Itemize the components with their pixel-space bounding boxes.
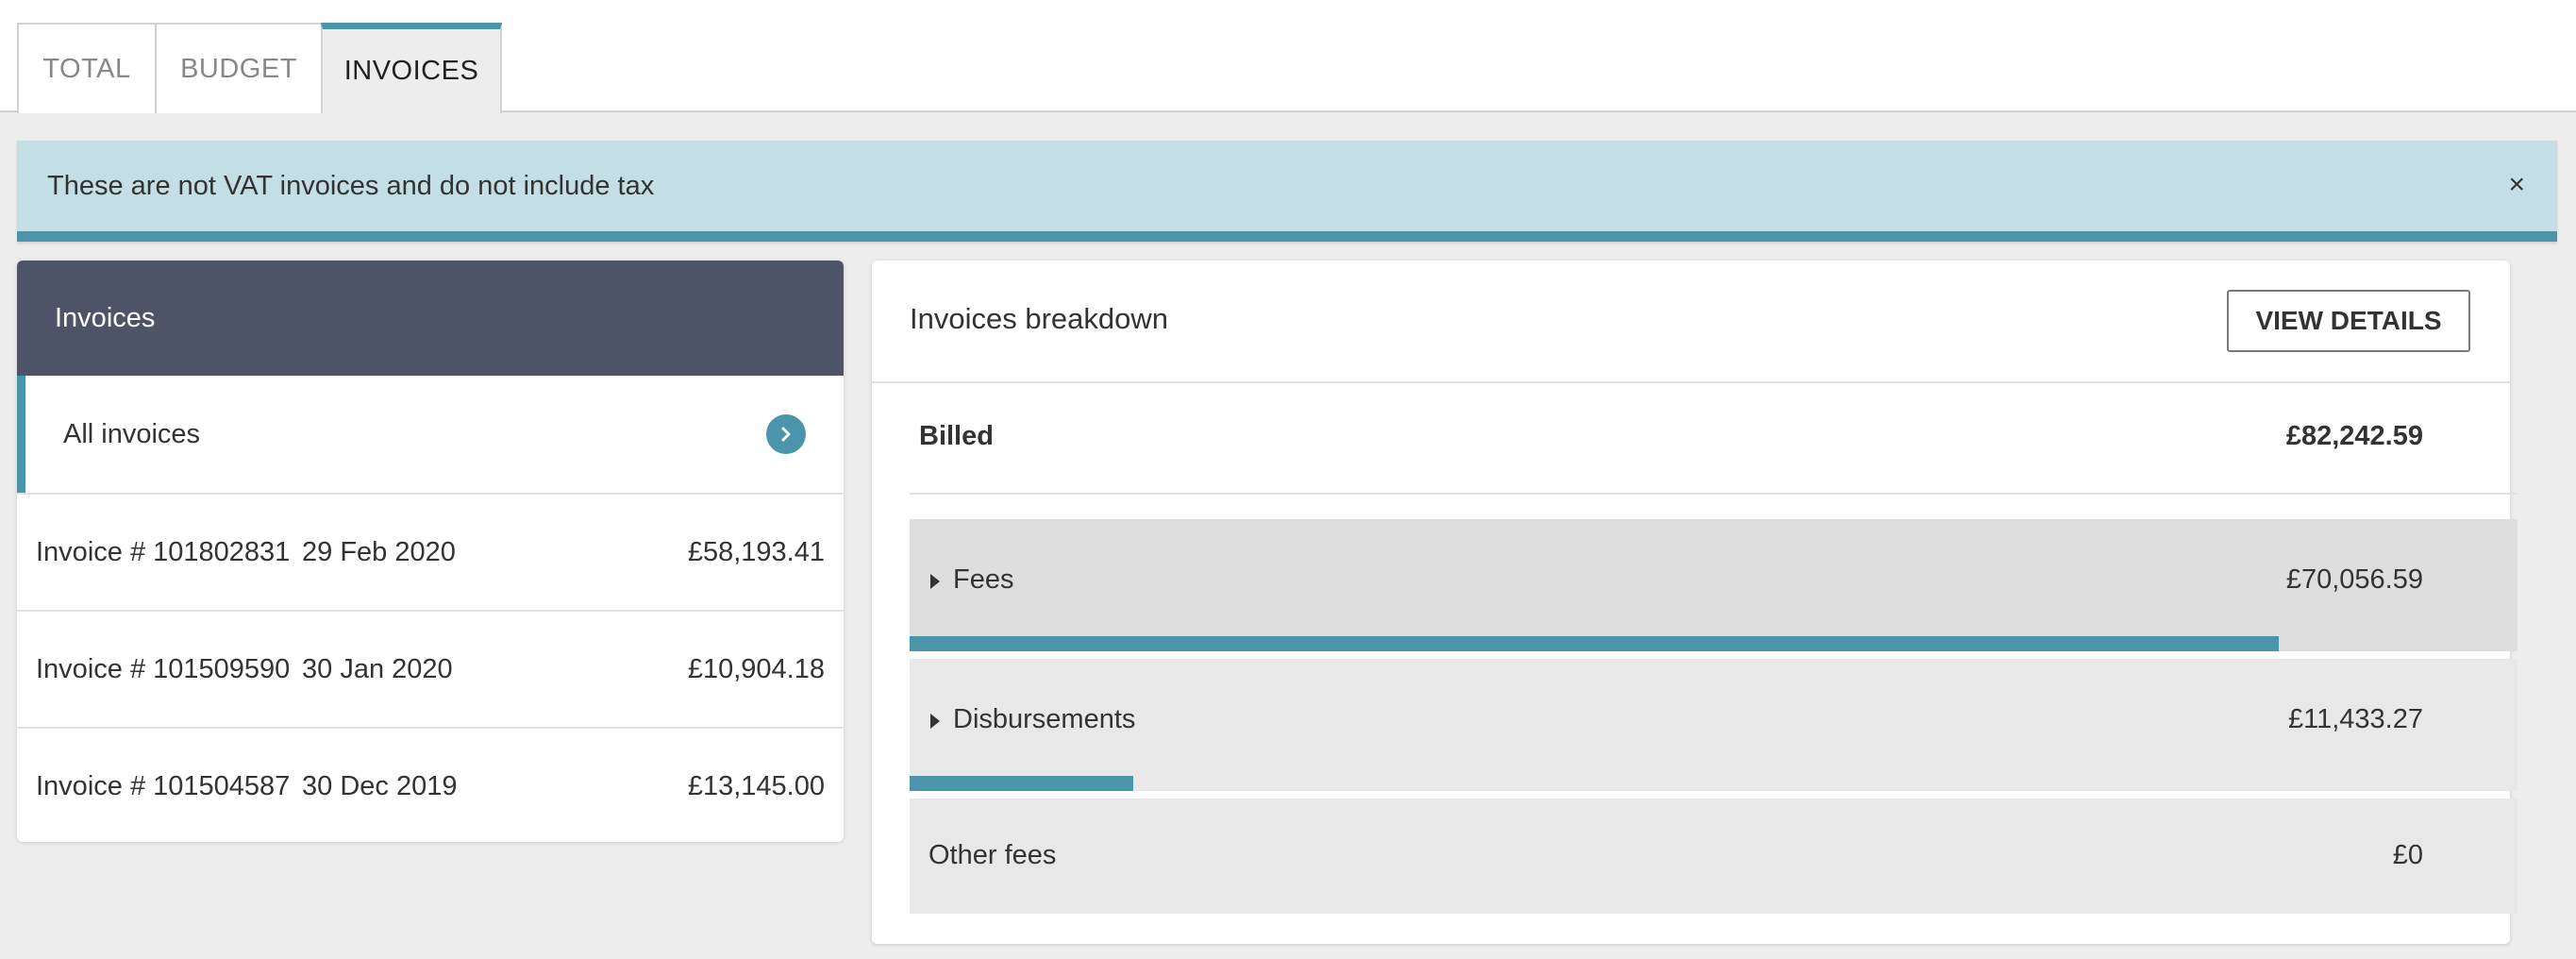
breakdown-header: Invoices breakdown VIEW DETAILS: [872, 261, 2510, 383]
tab-bar: TOTAL BUDGET INVOICES: [0, 0, 2576, 113]
tab-budget[interactable]: BUDGET: [155, 23, 323, 113]
tab-total[interactable]: TOTAL: [17, 23, 157, 113]
view-details-button[interactable]: VIEW DETAILS: [2227, 290, 2470, 352]
breakdown-title: Invoices breakdown: [910, 302, 1168, 335]
info-alert: These are not VAT invoices and do not in…: [17, 141, 2557, 242]
fees-amount: £70,056.59: [2285, 564, 2423, 595]
fees-progress-fill: [910, 636, 2280, 651]
fees-row[interactable]: Fees £70,056.59: [910, 519, 2517, 651]
tab-invoices[interactable]: INVOICES: [321, 23, 502, 113]
disbursements-row[interactable]: Disbursements £11,433.27: [910, 659, 2517, 791]
invoice-number: Invoice # 101802831: [36, 536, 291, 567]
fees-progress-bar: [910, 636, 2517, 651]
chevron-right-icon[interactable]: [766, 414, 806, 454]
other-fees-label: Other fees: [928, 840, 1057, 870]
disbursements-progress-fill: [910, 776, 1133, 791]
invoice-date: 30 Jan 2020: [302, 653, 453, 684]
all-invoices-item[interactable]: All invoices: [17, 376, 844, 493]
invoice-number: Invoice # 101504587: [36, 770, 291, 801]
invoice-amount: £58,193.41: [687, 536, 825, 567]
invoice-number: Invoice # 101509590: [36, 653, 291, 684]
invoice-list-item[interactable]: Invoice # 101509590 30 Jan 2020 £10,904.…: [17, 610, 844, 727]
close-icon[interactable]: ×: [2508, 169, 2525, 201]
invoices-panel-title: Invoices: [17, 261, 844, 376]
billed-amount: £82,242.59: [2285, 421, 2423, 451]
all-invoices-label: All invoices: [63, 418, 201, 449]
invoice-amount: £10,904.18: [687, 653, 825, 684]
expand-caret-icon[interactable]: [930, 714, 940, 729]
other-fees-row: Other fees £0: [910, 799, 2517, 914]
disbursements-label: Disbursements: [953, 704, 1136, 734]
expand-caret-icon[interactable]: [930, 574, 940, 589]
fees-label: Fees: [953, 564, 1014, 595]
billed-row: Billed £82,242.59: [910, 383, 2517, 495]
invoice-date: 30 Dec 2019: [302, 770, 458, 801]
invoice-list-item[interactable]: Invoice # 101504587 30 Dec 2019 £13,145.…: [17, 727, 844, 842]
invoices-breakdown-panel: Invoices breakdown VIEW DETAILS Billed £…: [872, 261, 2517, 944]
disbursements-amount: £11,433.27: [2288, 704, 2423, 734]
invoices-panel: Invoices All invoices Invoice # 10180283…: [17, 261, 844, 842]
invoice-date: 29 Feb 2020: [302, 536, 456, 567]
other-fees-amount: £0: [2392, 840, 2423, 870]
invoice-list-item[interactable]: Invoice # 101802831 29 Feb 2020 £58,193.…: [17, 493, 844, 610]
disbursements-progress-bar: [910, 776, 2517, 791]
invoice-amount: £13,145.00: [687, 770, 825, 801]
alert-message: These are not VAT invoices and do not in…: [47, 170, 655, 201]
billed-label: Billed: [919, 421, 994, 451]
